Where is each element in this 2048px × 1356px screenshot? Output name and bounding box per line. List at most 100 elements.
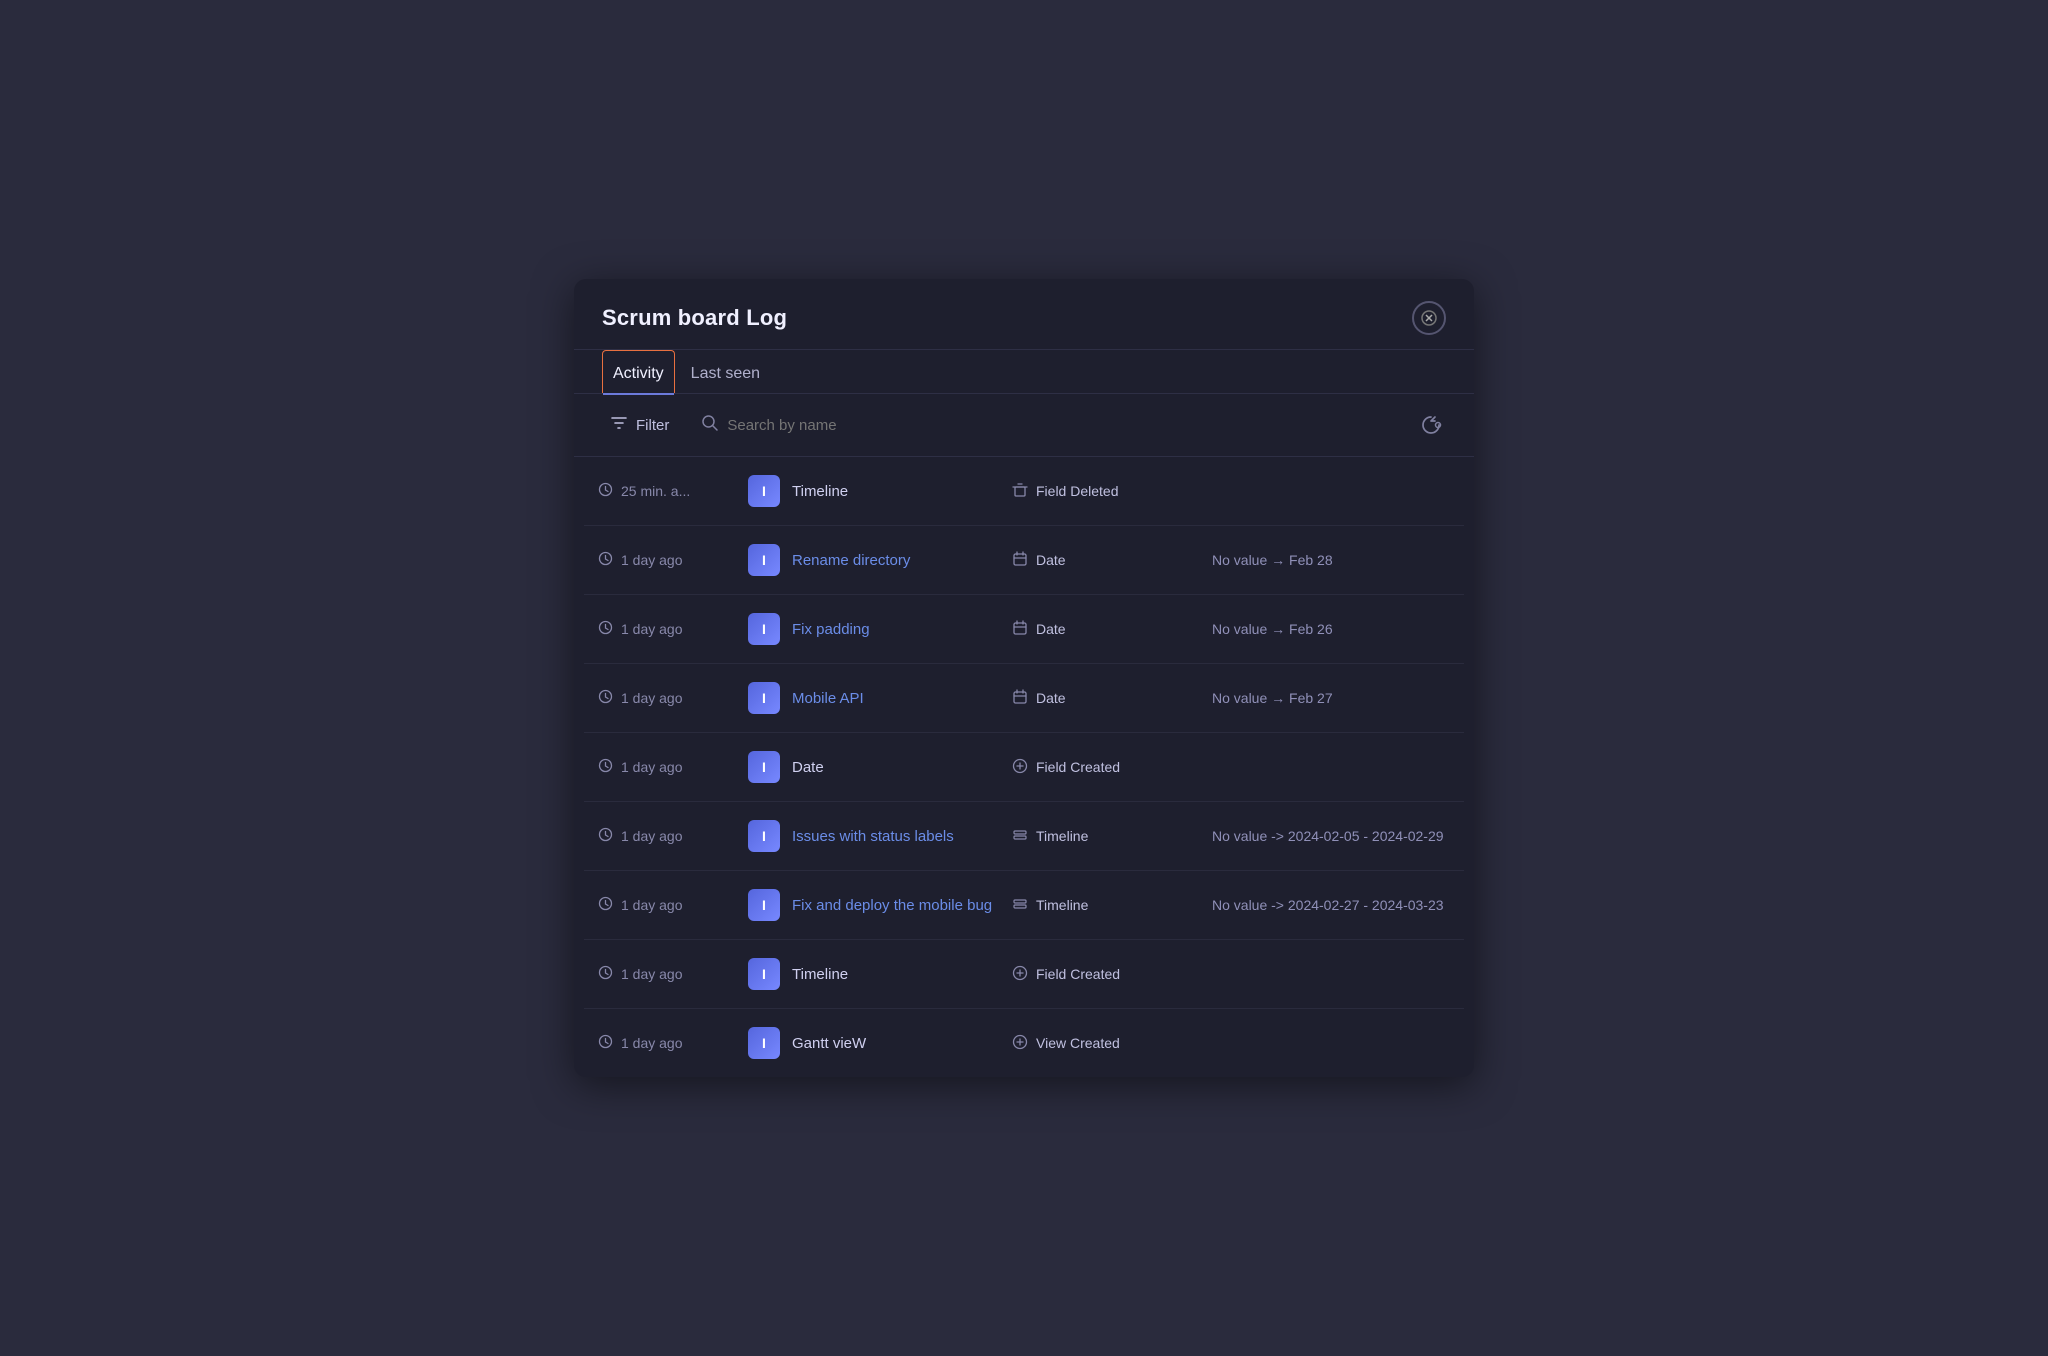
tab-bar: Activity Last seen bbox=[574, 350, 1474, 394]
action-label: Field Deleted bbox=[1036, 483, 1119, 499]
action-col: Field Created bbox=[1012, 758, 1212, 777]
item-name[interactable]: Mobile API bbox=[792, 690, 1012, 707]
time-col: 1 day ago bbox=[598, 620, 748, 638]
time-label: 1 day ago bbox=[621, 621, 683, 637]
avatar: I bbox=[748, 958, 780, 990]
action-col: Date bbox=[1012, 551, 1212, 570]
toolbar: Filter bbox=[574, 394, 1474, 457]
value-col: No value → Feb 26 bbox=[1212, 621, 1450, 637]
action-col: Date bbox=[1012, 620, 1212, 639]
calendar-icon bbox=[1012, 689, 1028, 708]
time-col: 1 day ago bbox=[598, 896, 748, 914]
value-col: No value → Feb 28 bbox=[1212, 552, 1450, 568]
time-col: 1 day ago bbox=[598, 1034, 748, 1052]
activity-row: 1 day ago I Fix padding Date No value → F… bbox=[584, 595, 1464, 664]
activity-list: 25 min. a... ITimeline Field Deleted 1 d… bbox=[574, 457, 1474, 1077]
time-col: 1 day ago bbox=[598, 827, 748, 845]
activity-row: 1 day ago I Rename directory Date No valu… bbox=[584, 526, 1464, 595]
time-label: 25 min. a... bbox=[621, 483, 690, 499]
calendar-icon bbox=[1012, 551, 1028, 570]
clock-icon bbox=[598, 827, 613, 845]
time-label: 1 day ago bbox=[621, 1035, 683, 1051]
action-col: View Created bbox=[1012, 1034, 1212, 1053]
avatar: I bbox=[748, 889, 780, 921]
plus-circle-icon bbox=[1012, 1034, 1028, 1053]
scrum-board-log-modal: Scrum board Log Activity Last seen Filte… bbox=[574, 279, 1474, 1077]
avatar: I bbox=[748, 820, 780, 852]
value-col: No value → Feb 27 bbox=[1212, 690, 1450, 706]
time-col: 1 day ago bbox=[598, 689, 748, 707]
action-col: Timeline bbox=[1012, 896, 1212, 915]
time-col: 1 day ago bbox=[598, 758, 748, 776]
item-name: Date bbox=[792, 759, 1012, 776]
item-name[interactable]: Rename directory bbox=[792, 552, 1012, 569]
activity-row: 1 day ago I Timeline Field Created bbox=[584, 940, 1464, 1009]
avatar: I bbox=[748, 544, 780, 576]
action-col: Field Created bbox=[1012, 965, 1212, 984]
time-label: 1 day ago bbox=[621, 897, 683, 913]
activity-row: 1 day ago I Issues with status labels Tim… bbox=[584, 802, 1464, 871]
avatar: I bbox=[748, 1027, 780, 1059]
avatar: I bbox=[748, 613, 780, 645]
time-label: 1 day ago bbox=[621, 759, 683, 775]
item-name[interactable]: Fix padding bbox=[792, 621, 1012, 638]
filter-icon bbox=[610, 414, 628, 436]
modal-header: Scrum board Log bbox=[574, 279, 1474, 350]
action-label: Date bbox=[1036, 690, 1066, 706]
action-label: Date bbox=[1036, 621, 1066, 637]
action-label: Field Created bbox=[1036, 966, 1120, 982]
tab-last-seen[interactable]: Last seen bbox=[681, 350, 770, 393]
activity-row: 1 day ago I Date Field Created bbox=[584, 733, 1464, 802]
item-name: Timeline bbox=[792, 483, 1012, 500]
time-label: 1 day ago bbox=[621, 966, 683, 982]
item-name: Timeline bbox=[792, 966, 1012, 983]
action-col: Field Deleted bbox=[1012, 482, 1212, 501]
time-col: 25 min. a... bbox=[598, 482, 748, 500]
search-icon bbox=[701, 414, 719, 436]
avatar: I bbox=[748, 751, 780, 783]
calendar-icon bbox=[1012, 620, 1028, 639]
clock-icon bbox=[598, 551, 613, 569]
trash-icon bbox=[1012, 482, 1028, 501]
clock-icon bbox=[598, 758, 613, 776]
value-col: No value -> 2024-02-27 - 2024-03-23 bbox=[1212, 897, 1450, 913]
tab-activity[interactable]: Activity bbox=[602, 350, 675, 393]
clock-icon bbox=[598, 482, 613, 500]
activity-row: 1 day ago I Fix and deploy the mobile bug… bbox=[584, 871, 1464, 940]
action-label: Timeline bbox=[1036, 828, 1088, 844]
action-col: Date bbox=[1012, 689, 1212, 708]
action-label: View Created bbox=[1036, 1035, 1120, 1051]
item-name: Gantt vieW bbox=[792, 1035, 1012, 1052]
clock-icon bbox=[598, 1034, 613, 1052]
item-name[interactable]: Issues with status labels bbox=[792, 828, 1012, 845]
modal-title: Scrum board Log bbox=[602, 305, 787, 331]
action-label: Timeline bbox=[1036, 897, 1088, 913]
timeline-icon bbox=[1012, 827, 1028, 846]
close-button[interactable] bbox=[1412, 301, 1446, 335]
search-box[interactable] bbox=[701, 414, 1392, 436]
action-col: Timeline bbox=[1012, 827, 1212, 846]
plus-circle-icon bbox=[1012, 758, 1028, 777]
activity-row: 1 day ago I Mobile API Date No value → Fe… bbox=[584, 664, 1464, 733]
filter-button[interactable]: Filter bbox=[602, 410, 677, 440]
plus-circle-icon bbox=[1012, 965, 1028, 984]
time-label: 1 day ago bbox=[621, 552, 683, 568]
avatar: I bbox=[748, 682, 780, 714]
action-label: Date bbox=[1036, 552, 1066, 568]
activity-row: 25 min. a... ITimeline Field Deleted bbox=[584, 457, 1464, 526]
value-col: No value -> 2024-02-05 - 2024-02-29 bbox=[1212, 828, 1450, 844]
clock-icon bbox=[598, 689, 613, 707]
time-col: 1 day ago bbox=[598, 551, 748, 569]
clock-icon bbox=[598, 620, 613, 638]
refresh-button[interactable] bbox=[1416, 410, 1446, 440]
activity-row: 1 day ago I Gantt vieW View Created bbox=[584, 1009, 1464, 1077]
time-label: 1 day ago bbox=[621, 690, 683, 706]
item-name[interactable]: Fix and deploy the mobile bug bbox=[792, 897, 1012, 914]
search-input[interactable] bbox=[727, 417, 1392, 434]
time-label: 1 day ago bbox=[621, 828, 683, 844]
filter-label: Filter bbox=[636, 417, 669, 434]
clock-icon bbox=[598, 965, 613, 983]
action-label: Field Created bbox=[1036, 759, 1120, 775]
timeline-icon bbox=[1012, 896, 1028, 915]
time-col: 1 day ago bbox=[598, 965, 748, 983]
